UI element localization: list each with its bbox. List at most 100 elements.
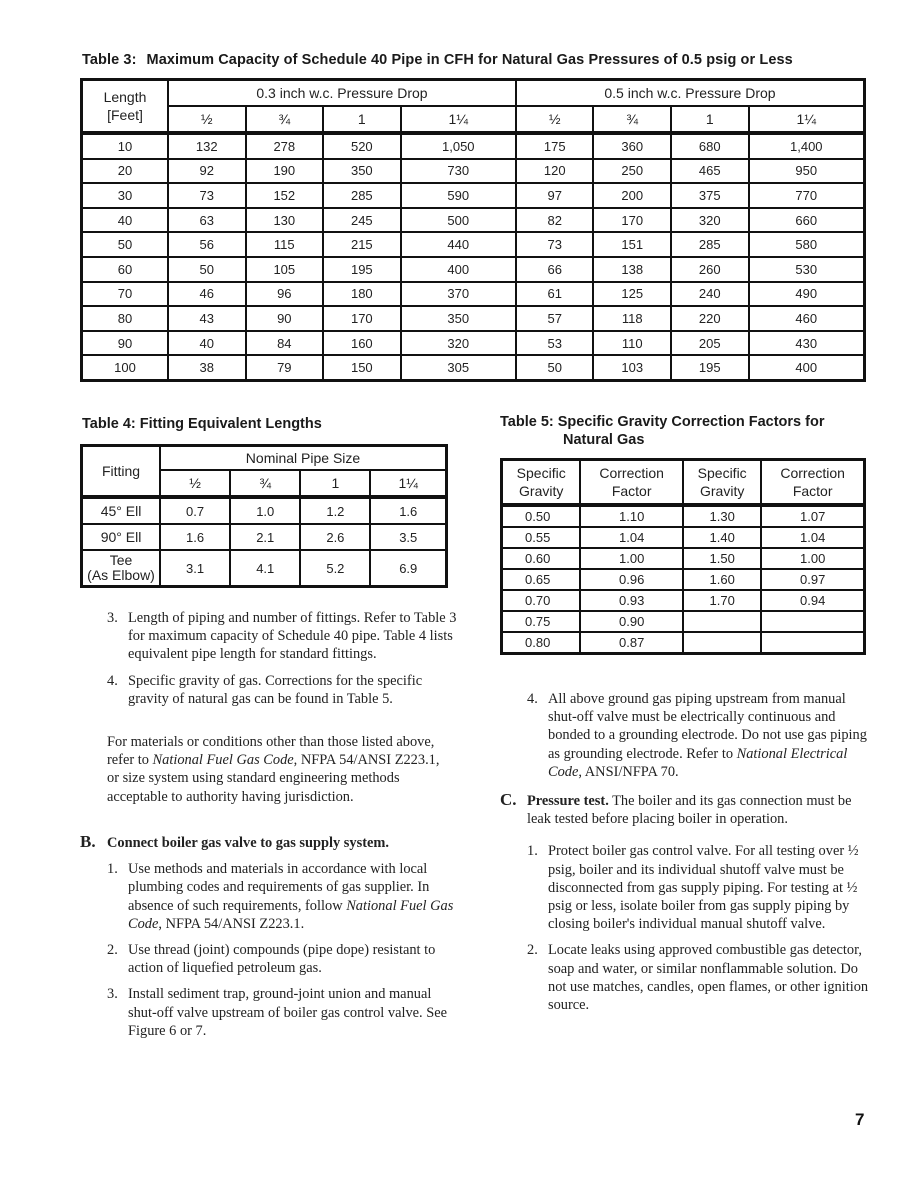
table3-capacity-cell: 285 [324, 184, 400, 207]
table4-fitting-cell: 45° Ell [83, 497, 159, 523]
table3-capacity-cell: 490 [749, 282, 863, 306]
table5-gravity-cell: 0.55 [503, 528, 580, 547]
item-text: Length of piping and number of fittings.… [128, 610, 457, 663]
table5-factor-cell [762, 633, 863, 652]
table3-capacity-cell: 250 [594, 159, 671, 183]
table3-size-header: 1 [324, 107, 400, 131]
table5-row: 0.50 1.10 1.30 1.07 [503, 505, 863, 526]
item-number: 3. [107, 986, 118, 1003]
header-line2: Factor [611, 483, 652, 499]
item-text: Specific gravity of gas. Corrections for… [128, 672, 423, 707]
table5-gravity-correction: Specific Gravity Correction Factor Specific G… [500, 458, 866, 655]
table5-factor-cell: 1.00 [581, 549, 682, 568]
table3-capacity-cell: 92 [169, 159, 245, 183]
table3-capacity-cell: 370 [401, 282, 515, 306]
table5-factor-cell: 1.10 [581, 505, 682, 526]
table3-capacity-cell: 240 [672, 282, 748, 306]
item-number: 2. [107, 942, 118, 959]
table5-gravity-cell: 1.40 [683, 528, 761, 547]
table3-capacity-cell: 205 [672, 331, 748, 355]
table3-capacity-cell: 38 [169, 356, 245, 379]
table3-row: 70 46 96 180 370 61 125 240 490 [83, 282, 863, 306]
table3-capacity-cell: 115 [246, 233, 323, 256]
item-number: 3. [107, 610, 118, 626]
table3-length-cell: 60 [83, 257, 167, 281]
header-line2: Factor [792, 483, 833, 499]
table4-length-cell: 1.2 [301, 497, 370, 523]
table3-capacity-cell: 43 [169, 307, 245, 330]
table3-capacity-cell: 110 [594, 331, 671, 355]
table3-capacity-cell: 57 [516, 307, 593, 330]
table3-capacity-cell: 400 [749, 356, 863, 379]
table3-capacity-cell: 375 [672, 184, 748, 207]
table5-gravity-cell: 0.65 [503, 570, 580, 589]
table3-capacity-cell: 152 [246, 184, 323, 207]
right-item-4: 4. All above ground gas piping upstream … [527, 690, 867, 789]
table3-capacity-cell: 195 [324, 257, 400, 281]
item-text: Locate leaks using approved combustible … [548, 942, 869, 1014]
table3-capacity-cell: 125 [594, 282, 671, 306]
table3-capacity-cell: 770 [749, 184, 863, 207]
table5-title-line1: Table 5: Specific Gravity Correction Fac… [500, 414, 825, 430]
table3-capacity-cell: 260 [672, 257, 748, 281]
table5-row: 0.80 0.87 [503, 633, 863, 652]
table3-title: Maximum Capacity of Schedule 40 Pipe in … [146, 52, 793, 68]
table3-capacity-cell: 150 [324, 356, 400, 379]
section-c-heading: C. Pressure test. The boiler and its gas… [500, 790, 870, 828]
table3-capacity-cell: 96 [246, 282, 323, 306]
table3-capacity-cell: 320 [401, 331, 515, 355]
table4-row: Tee (As Elbow) 3.1 4.1 5.2 6.9 [83, 551, 445, 585]
table3-capacity-cell: 40 [169, 331, 245, 355]
table3-capacity-cell: 170 [594, 208, 671, 232]
table5-gravity-cell [683, 612, 761, 631]
table3-capacity-cell: 160 [324, 331, 400, 355]
table3-length-cell: 80 [83, 307, 167, 330]
header-line1: Specific [516, 465, 566, 481]
table3-size-header: ¾ [246, 107, 323, 131]
table3-capacity-cell: 730 [401, 159, 515, 183]
item-text: Protect boiler gas control valve. For al… [548, 843, 859, 933]
table3-capacity-cell: 175 [516, 133, 593, 158]
table3-capacity-cell: 66 [516, 257, 593, 281]
table3-capacity-cell: 105 [246, 257, 323, 281]
table5-title-line2: Natural Gas [563, 432, 645, 448]
table3-capacity-cell: 50 [516, 356, 593, 379]
table3-length-cell: 90 [83, 331, 167, 355]
table3-capacity-cell: 118 [594, 307, 671, 330]
section-b-heading: B. Connect boiler gas valve to gas suppl… [80, 832, 460, 852]
header-line1: Correction [780, 465, 845, 481]
table5-gravity-cell: 0.80 [503, 633, 580, 652]
header-line1: Specific [697, 465, 747, 481]
table3-capacity-cell: 1,050 [401, 133, 515, 158]
table4-fitting-cell: 90° Ell [83, 525, 159, 549]
table3-capacity-cell: 400 [401, 257, 515, 281]
table5-row: 0.60 1.00 1.50 1.00 [503, 549, 863, 568]
materials-paragraph: For materials or conditions other than t… [107, 733, 452, 806]
table3-capacity-cell: 278 [246, 133, 323, 158]
table3-capacity-cell: 53 [516, 331, 593, 355]
table5-row: 0.55 1.04 1.40 1.04 [503, 528, 863, 547]
table4-title: Table 4: Fitting Equivalent Lengths [82, 416, 322, 432]
item-number: 1. [527, 843, 538, 860]
list-item: 1. Use methods and materials in accordanc… [107, 860, 460, 933]
table3-size-header: ½ [169, 107, 245, 131]
table5-gravity-cell: 1.50 [683, 549, 761, 568]
table5-factor-cell: 0.94 [762, 591, 863, 610]
table3-row: 20 92 190 350 730 120 250 465 950 [83, 159, 863, 183]
section-c: C. Pressure test. The boiler and its gas… [500, 790, 870, 1022]
table5-gravity-cell: 0.60 [503, 549, 580, 568]
table5-factor-cell: 0.87 [581, 633, 682, 652]
table3-capacity-cell: 130 [246, 208, 323, 232]
table4-row: 90° Ell 1.6 2.1 2.6 3.5 [83, 525, 445, 549]
table3-capacity-cell: 79 [246, 356, 323, 379]
item-text-end: , ANSI/NFPA 70. [578, 763, 679, 780]
list-item: 3. Install sediment trap, ground-joint un… [107, 985, 460, 1040]
header-line2: Gravity [519, 483, 564, 499]
table5-gravity-cell [683, 633, 761, 652]
table4-length-cell: 1.6 [161, 525, 230, 549]
table3-group-header-0.3: 0.3 inch w.c. Pressure Drop [169, 81, 515, 105]
table4-size-header: ½ [161, 471, 230, 495]
table3-capacity-cell: 151 [594, 233, 671, 256]
table5-gravity-cell: 0.50 [503, 505, 580, 526]
table3-size-header: 1 [672, 107, 748, 131]
